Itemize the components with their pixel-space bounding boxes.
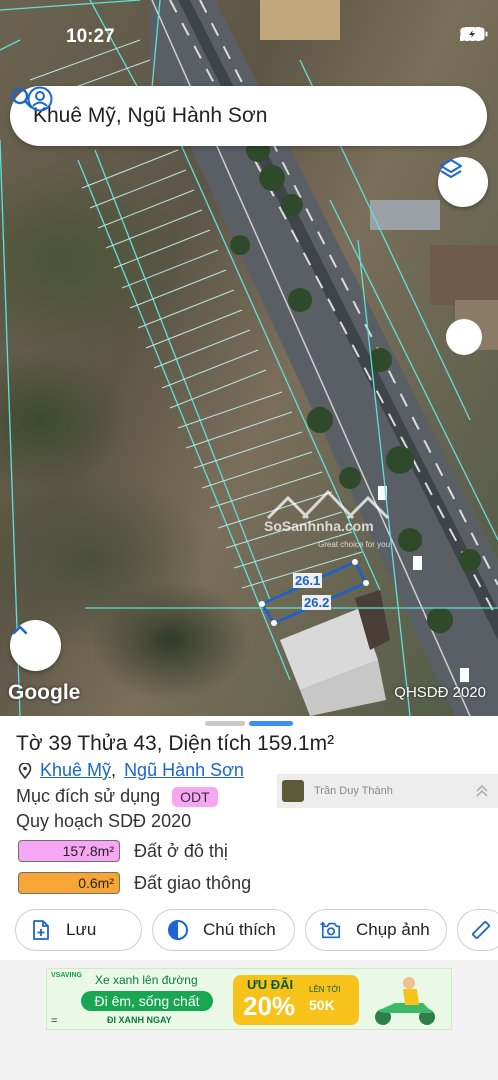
capture-button[interactable]: Chụp ảnh [305, 909, 447, 951]
scooter-rider-icon [375, 977, 435, 1025]
legend-label: Đất ở đô thị [134, 840, 228, 861]
promo-percent: 20% [243, 991, 296, 1021]
expand-sheet-button[interactable] [10, 620, 61, 671]
contrast-icon [168, 920, 188, 940]
map-view[interactable]: 26.1 26.2 SoSanhnha.com Great choice for… [0, 0, 498, 716]
action-chips: Lưu Chú thích Chụp ảnh [15, 909, 498, 951]
double-chevron-up-icon[interactable] [474, 783, 490, 799]
add-document-icon [33, 920, 49, 940]
house-logo-icon [266, 489, 390, 520]
legend-label: Đất giao thông [134, 872, 252, 893]
plot-edge-label: 26.1 [293, 573, 323, 588]
legend-button-label: Chú thích [203, 920, 276, 939]
location-separator: , [111, 760, 117, 780]
chevron-up-icon [12, 625, 28, 635]
ad-headline: Xe xanh lên đường [95, 973, 198, 987]
ad-promo: ƯU ĐÃI 20% LÊN TỚI 50K [233, 975, 359, 1025]
land-use-purpose: Mục đích sử dụng ODT [16, 786, 218, 807]
legend-row: 157.8m² Đất ở đô thị [18, 840, 228, 862]
sheet-handle-active[interactable] [249, 721, 293, 726]
parcel-title: Tờ 39 Thửa 43, Diện tích 159.1m² [16, 732, 335, 755]
search-bar[interactable]: Khuê Mỹ, Ngũ Hành Sơn [10, 86, 487, 146]
planning-title: Quy hoạch SDĐ 2020 [16, 811, 192, 831]
status-time: 10:27 [66, 26, 115, 47]
ward-link[interactable]: Khuê Mỹ [40, 760, 111, 781]
district-link[interactable]: Ngũ Hành Sơn [124, 760, 244, 781]
capture-button-label: Chụp ảnh [356, 920, 430, 939]
map-layer-label: QHSDĐ 2020 [394, 684, 486, 701]
promo-cap: 50K [309, 997, 335, 1013]
overlay-author: Trần Duy Thành [314, 785, 393, 797]
search-icon[interactable] [10, 86, 34, 110]
sheet-handle[interactable] [205, 721, 245, 726]
promo-label: ƯU ĐÃI [247, 977, 294, 992]
map-control-button[interactable] [446, 319, 482, 355]
watermark-tagline: Great choice for you [318, 540, 391, 549]
save-button-label: Lưu [66, 920, 97, 939]
legend-button[interactable]: Chú thích [152, 909, 295, 951]
location-pin-icon [18, 762, 32, 779]
ad-cta: Đi êm, sống chất [81, 991, 213, 1011]
watermark-brand: SoSanhnha.com [264, 518, 374, 534]
legend-area-swatch: 157.8m² [18, 840, 120, 862]
ad-banner[interactable]: VSAVING Xe xanh lên đường Đi êm, sống ch… [46, 968, 452, 1030]
ad-corner-mark: = [51, 1015, 58, 1027]
video-overlay-card[interactable]: Trần Duy Thành [277, 774, 498, 808]
ad-subline: ĐI XANH NGAY [107, 1015, 172, 1025]
watermark: SoSanhnha.com Great choice for you [258, 488, 398, 552]
map-layers-button[interactable] [438, 157, 488, 207]
plot-edge-label: 26.2 [302, 595, 332, 610]
save-button[interactable]: Lưu [15, 909, 142, 951]
purpose-code-badge: ODT [172, 786, 218, 807]
search-input[interactable]: Khuê Mỹ, Ngũ Hành Sơn [33, 104, 487, 128]
ruler-icon [472, 921, 490, 939]
add-camera-icon [320, 921, 341, 939]
google-attribution: Google [8, 681, 81, 704]
ad-area: VSAVING Xe xanh lên đường Đi êm, sống ch… [0, 960, 498, 1080]
location-breadcrumb: Khuê Mỹ , Ngũ Hành Sơn [18, 760, 244, 781]
legend-area-swatch: 0.6m² [18, 872, 120, 894]
purpose-label: Mục đích sử dụng [16, 786, 161, 806]
measure-button[interactable] [457, 909, 498, 951]
avatar [282, 780, 304, 802]
layers-icon [440, 159, 462, 178]
promo-cap-label: LÊN TỚI [309, 985, 341, 994]
legend-row: 0.6m² Đất giao thông [18, 872, 251, 894]
ad-brand: VSAVING [51, 972, 82, 979]
